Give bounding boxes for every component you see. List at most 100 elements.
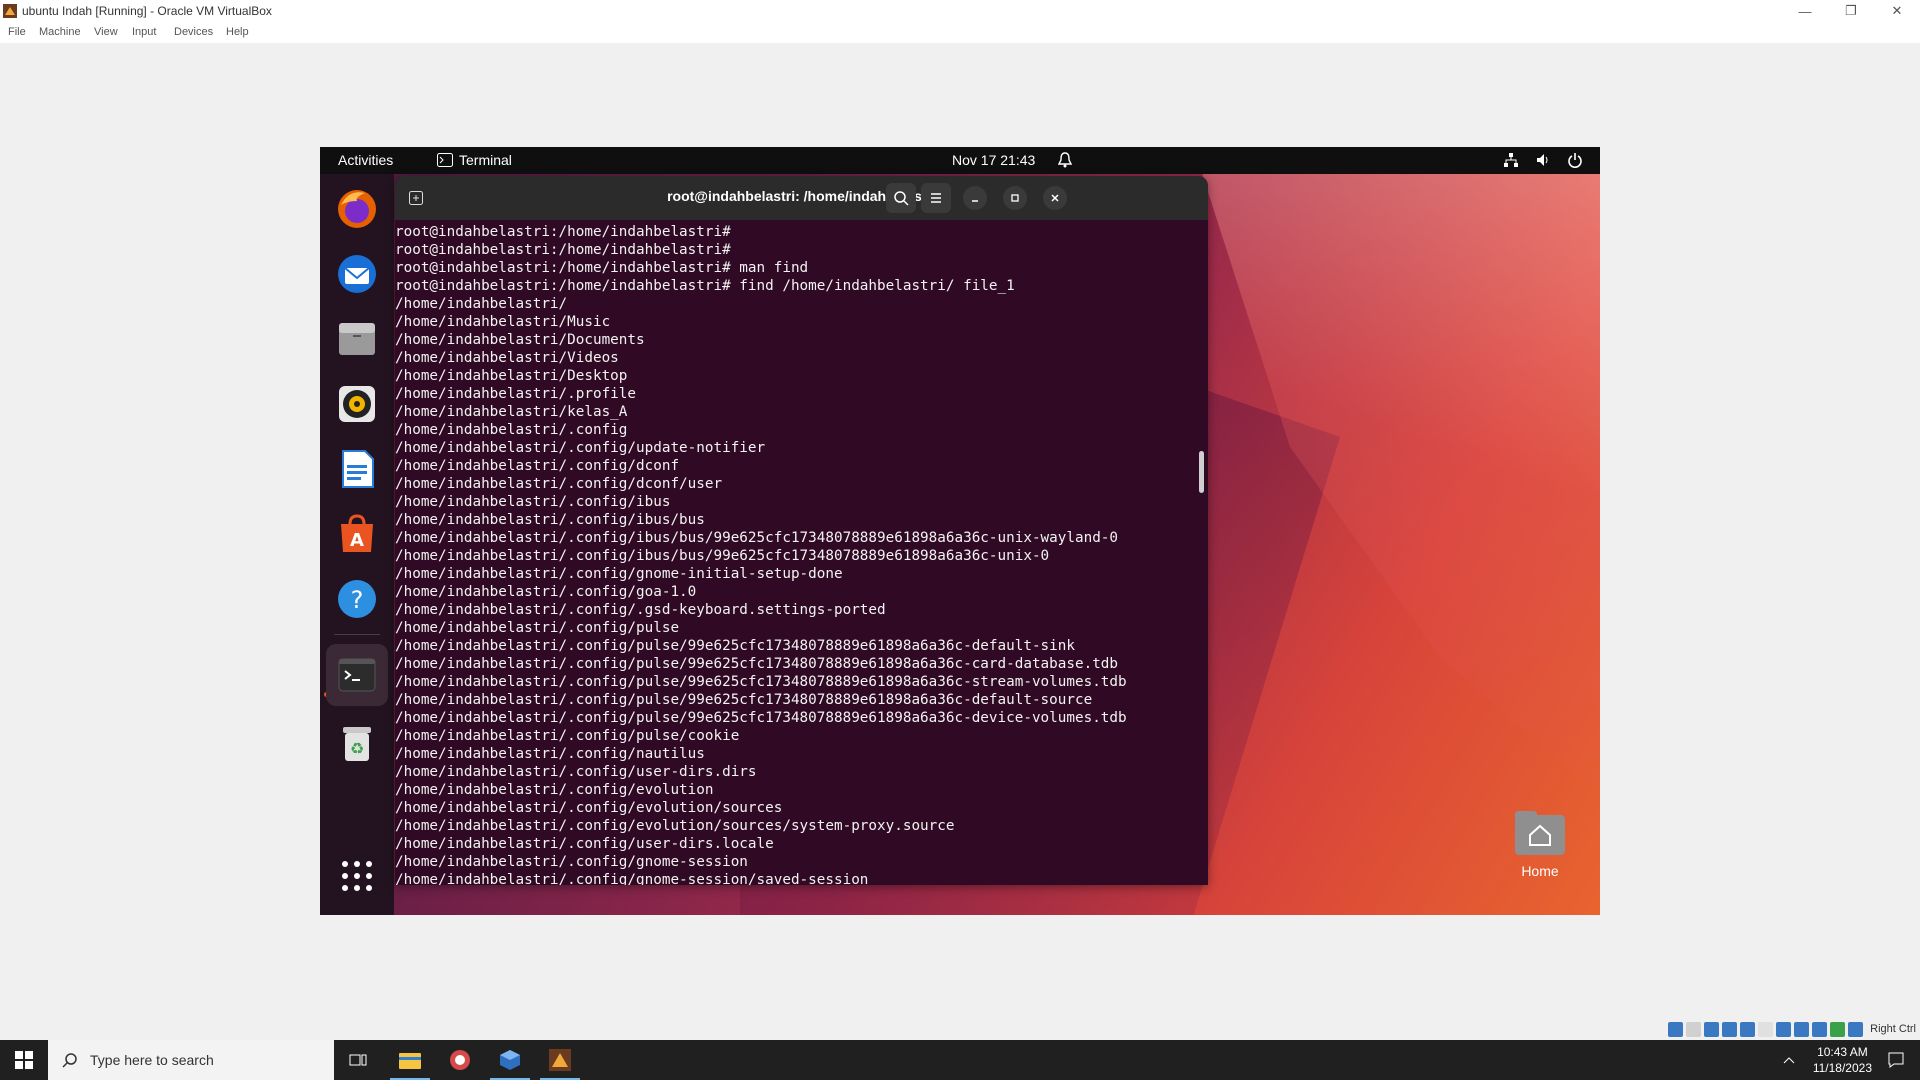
activities-button[interactable]: Activities (338, 152, 393, 168)
terminal-close-button[interactable] (1043, 186, 1067, 210)
firefox-icon[interactable] (333, 185, 381, 233)
terminal-line: /home/indahbelastri/Music (395, 314, 611, 330)
terminal-line: /home/indahbelastri/kelas_A (395, 404, 628, 420)
terminal-line: /home/indahbelastri/.config/goa-1.0 (395, 584, 697, 600)
terminal-small-icon (437, 153, 453, 167)
search-icon (62, 1053, 77, 1068)
terminal-line: root@indahbelastri:/home/indahbelastri# (395, 242, 731, 258)
start-button[interactable] (0, 1040, 48, 1080)
app-center-icon[interactable]: A (333, 510, 381, 558)
terminal-title: root@indahbelastri: /home/indahbelastri (667, 188, 936, 204)
file-explorer-icon[interactable] (386, 1040, 434, 1080)
writer-icon[interactable] (333, 445, 381, 493)
terminal-line: /home/indahbelastri/.config/ibus/bus/99e… (395, 530, 1119, 546)
virtualbox-taskbar-icon[interactable] (486, 1040, 534, 1080)
terminal-line: /home/indahbelastri/.config/pulse/99e625… (395, 656, 1119, 672)
menu-machine[interactable]: Machine (39, 26, 81, 38)
desktop-home-icon[interactable]: Home (1500, 807, 1580, 879)
terminal-line: /home/indahbelastri/.config/ibus/bus (395, 512, 705, 528)
terminal-line: /home/indahbelastri/.config/gnome-sessio… (395, 872, 869, 885)
terminal-line: root@indahbelastri:/home/indahbelastri# … (395, 260, 809, 276)
trash-icon[interactable]: ♻ (333, 719, 381, 767)
display-icon[interactable] (1776, 1021, 1792, 1037)
terminal-maximize-button[interactable] (1003, 186, 1027, 210)
terminal-line: /home/indahbelastri/.config/gnome-sessio… (395, 854, 748, 870)
terminal-line: /home/indahbelastri/.config/pulse/99e625… (395, 692, 1093, 708)
terminal-line: /home/indahbelastri/.config/pulse/cookie (395, 728, 740, 744)
vm-running-taskbar-icon[interactable] (536, 1040, 584, 1080)
clock[interactable]: Nov 17 21:43 (952, 152, 1035, 168)
cpu-icon[interactable] (1812, 1021, 1828, 1037)
home-folder-icon (1513, 807, 1567, 857)
rhythmbox-icon[interactable] (333, 380, 381, 428)
terminal-line: /home/indahbelastri/.config/user-dirs.di… (395, 764, 757, 780)
browser-icon[interactable] (436, 1040, 484, 1080)
thunderbird-icon[interactable] (333, 250, 381, 298)
taskbar-search-box[interactable]: Type here to search (48, 1040, 334, 1080)
app-menu-label: Terminal (459, 152, 512, 168)
terminal-line: /home/indahbelastri/Videos (395, 350, 619, 366)
chevron-up-icon[interactable] (1782, 1053, 1796, 1067)
terminal-headerbar[interactable]: root@indahbelastri: /home/indahbelastri (395, 176, 1208, 220)
search-icon (894, 191, 909, 206)
terminal-line: /home/indahbelastri/.config/evolution/so… (395, 800, 783, 816)
terminal-line: /home/indahbelastri/.config/pulse/99e625… (395, 674, 1127, 690)
usb-icon[interactable] (1740, 1021, 1756, 1037)
gnome-topbar: Activities Terminal Nov 17 21:43 (320, 147, 1600, 174)
terminal-minimize-button[interactable] (963, 186, 987, 210)
terminal-output[interactable]: root@indahbelastri:/home/indahbelastri# r… (395, 223, 1195, 885)
shared-folders-icon[interactable] (1758, 1021, 1774, 1037)
window-title: ubuntu Indah [Running] - Oracle VM Virtu… (22, 4, 272, 18)
terminal-line: /home/indahbelastri/.config/pulse/99e625… (395, 710, 1127, 726)
terminal-line: /home/indahbelastri/.config/.gsd-keyboar… (395, 602, 886, 618)
guest-screen[interactable]: Activities Terminal Nov 17 21:43 A ? ♻ r… (320, 147, 1600, 915)
terminal-line: root@indahbelastri:/home/indahbelastri# … (395, 278, 1015, 294)
terminal-line: root@indahbelastri:/home/indahbelastri# (395, 224, 731, 240)
system-tray[interactable] (1502, 151, 1584, 169)
minimize-button[interactable]: — (1782, 0, 1828, 22)
terminal-line: /home/indahbelastri/.config/evolution/so… (395, 818, 955, 834)
terminal-icon[interactable] (326, 644, 388, 706)
virtualbox-app-icon (3, 4, 17, 18)
terminal-line: /home/indahbelastri/.config/evolution (395, 782, 714, 798)
dock-separator (334, 634, 380, 635)
app-menu[interactable]: Terminal (437, 152, 512, 168)
svg-text:♻: ♻ (350, 739, 364, 758)
restore-button[interactable]: ❐ (1828, 0, 1874, 22)
menu-help[interactable]: Help (226, 26, 249, 38)
terminal-line: /home/indahbelastri/Desktop (395, 368, 628, 384)
terminal-scrollbar[interactable] (1199, 451, 1204, 493)
taskbar-clock[interactable]: 10:43 AM 11/18/2023 (1813, 1044, 1872, 1076)
files-icon[interactable] (333, 315, 381, 363)
help-icon[interactable]: ? (333, 575, 381, 623)
power-icon[interactable] (1566, 151, 1584, 169)
search-button[interactable] (886, 183, 916, 213)
menu-devices[interactable]: Devices (174, 26, 213, 38)
menu-button[interactable] (921, 183, 951, 213)
terminal-line: /home/indahbelastri/ (395, 296, 568, 312)
network-icon[interactable] (1502, 151, 1520, 169)
menu-input[interactable]: Input (132, 26, 156, 38)
taskbar-date: 11/18/2023 (1812, 1061, 1872, 1075)
mouse-integration-icon[interactable] (1848, 1021, 1864, 1037)
close-button[interactable]: ✕ (1874, 0, 1920, 22)
task-view-button[interactable] (334, 1040, 382, 1080)
optical-drive-icon[interactable] (1686, 1021, 1702, 1037)
recording-icon[interactable] (1794, 1021, 1810, 1037)
terminal-line: /home/indahbelastri/.config/pulse/99e625… (395, 638, 1075, 654)
guest-additions-icon[interactable] (1830, 1021, 1846, 1037)
volume-icon[interactable] (1534, 151, 1552, 169)
notification-icon[interactable] (1888, 1052, 1904, 1068)
menu-view[interactable]: View (94, 26, 118, 38)
show-apps-icon[interactable] (333, 852, 381, 900)
terminal-window[interactable]: root@indahbelastri: /home/indahbelastri … (395, 176, 1208, 885)
terminal-line: /home/indahbelastri/.config/gnome-initia… (395, 566, 843, 582)
search-placeholder: Type here to search (90, 1052, 214, 1068)
audio-icon[interactable] (1704, 1021, 1720, 1037)
network-adapter-icon[interactable] (1722, 1021, 1738, 1037)
menu-file[interactable]: File (8, 26, 26, 38)
virtualbox-titlebar: ubuntu Indah [Running] - Oracle VM Virtu… (0, 0, 1920, 22)
hard-disk-icon[interactable] (1668, 1021, 1684, 1037)
svg-text:?: ? (351, 586, 364, 614)
terminal-line: /home/indahbelastri/Documents (395, 332, 645, 348)
